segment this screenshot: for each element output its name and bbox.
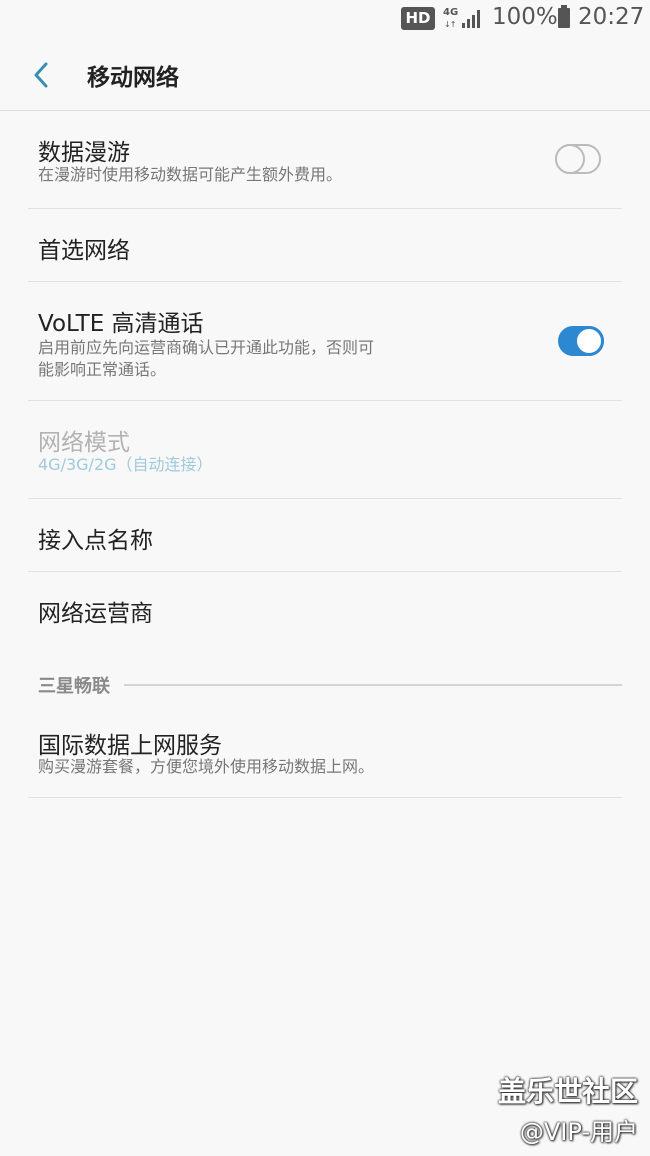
settings-list: 数据漫游 在漫游时使用移动数据可能产生额外费用。 首选网络 VoLTE 高清通话… [0, 111, 650, 798]
battery-percent: 100% [492, 4, 558, 30]
row-subtitle: 购买漫游套餐，方便您境外使用移动数据上网。 [38, 757, 375, 776]
page-title: 移动网络 [87, 65, 179, 91]
row-subtitle-line2: 能影响正常通话。 [38, 360, 167, 379]
network-type-label: 4G [443, 7, 459, 18]
section-label: 三星畅联 [38, 676, 110, 697]
volte-toggle[interactable] [558, 326, 604, 356]
toggle-knob [555, 144, 585, 174]
data-roaming-toggle[interactable] [555, 144, 601, 174]
network-mode-row: 网络模式 4G/3G/2G（自动连接） [28, 401, 622, 499]
watermark-user: @VIP-用户 [519, 1118, 638, 1146]
row-title: 网络运营商 [38, 601, 153, 627]
network-arrows: ↓↑ [444, 20, 456, 29]
4g-icon: 4G ↓↑ [443, 6, 459, 30]
row-title: 接入点名称 [38, 528, 153, 554]
section-divider [124, 684, 622, 686]
apn-row[interactable]: 接入点名称 [28, 499, 622, 572]
watermark-community: 盖乐世社区 [497, 1075, 638, 1108]
network-operator-row[interactable]: 网络运营商 [28, 572, 622, 644]
row-title: 网络模式 [38, 430, 130, 456]
row-subtitle: 在漫游时使用移动数据可能产生额外费用。 [38, 165, 343, 184]
row-title: 首选网络 [38, 238, 130, 264]
section-header: 三星畅联 [28, 644, 622, 700]
data-roaming-row[interactable]: 数据漫游 在漫游时使用移动数据可能产生额外费用。 [28, 111, 622, 209]
clock: 20:27 [578, 4, 645, 30]
intl-data-service-row[interactable]: 国际数据上网服务 购买漫游套餐，方便您境外使用移动数据上网。 [28, 700, 622, 798]
row-subtitle-line1: 启用前应先向运营商确认已开通此功能，否则可 [38, 338, 375, 357]
row-title: 国际数据上网服务 [38, 733, 222, 759]
back-button[interactable] [22, 52, 66, 96]
signal-icon [462, 10, 480, 28]
hd-badge: HD [401, 7, 435, 30]
toggle-knob [574, 326, 604, 356]
row-title: 数据漫游 [38, 140, 130, 166]
preferred-network-row[interactable]: 首选网络 [28, 209, 622, 282]
row-title: VoLTE 高清通话 [38, 311, 204, 337]
app-header: 移动网络 [0, 38, 650, 111]
volte-row[interactable]: VoLTE 高清通话 启用前应先向运营商确认已开通此功能，否则可 能影响正常通话… [28, 282, 622, 401]
status-bar: HD 4G ↓↑ 100% 20:27 [0, 0, 650, 38]
battery-icon [558, 5, 570, 28]
chevron-left-icon [34, 62, 48, 88]
row-subtitle: 4G/3G/2G（自动连接） [38, 455, 213, 474]
